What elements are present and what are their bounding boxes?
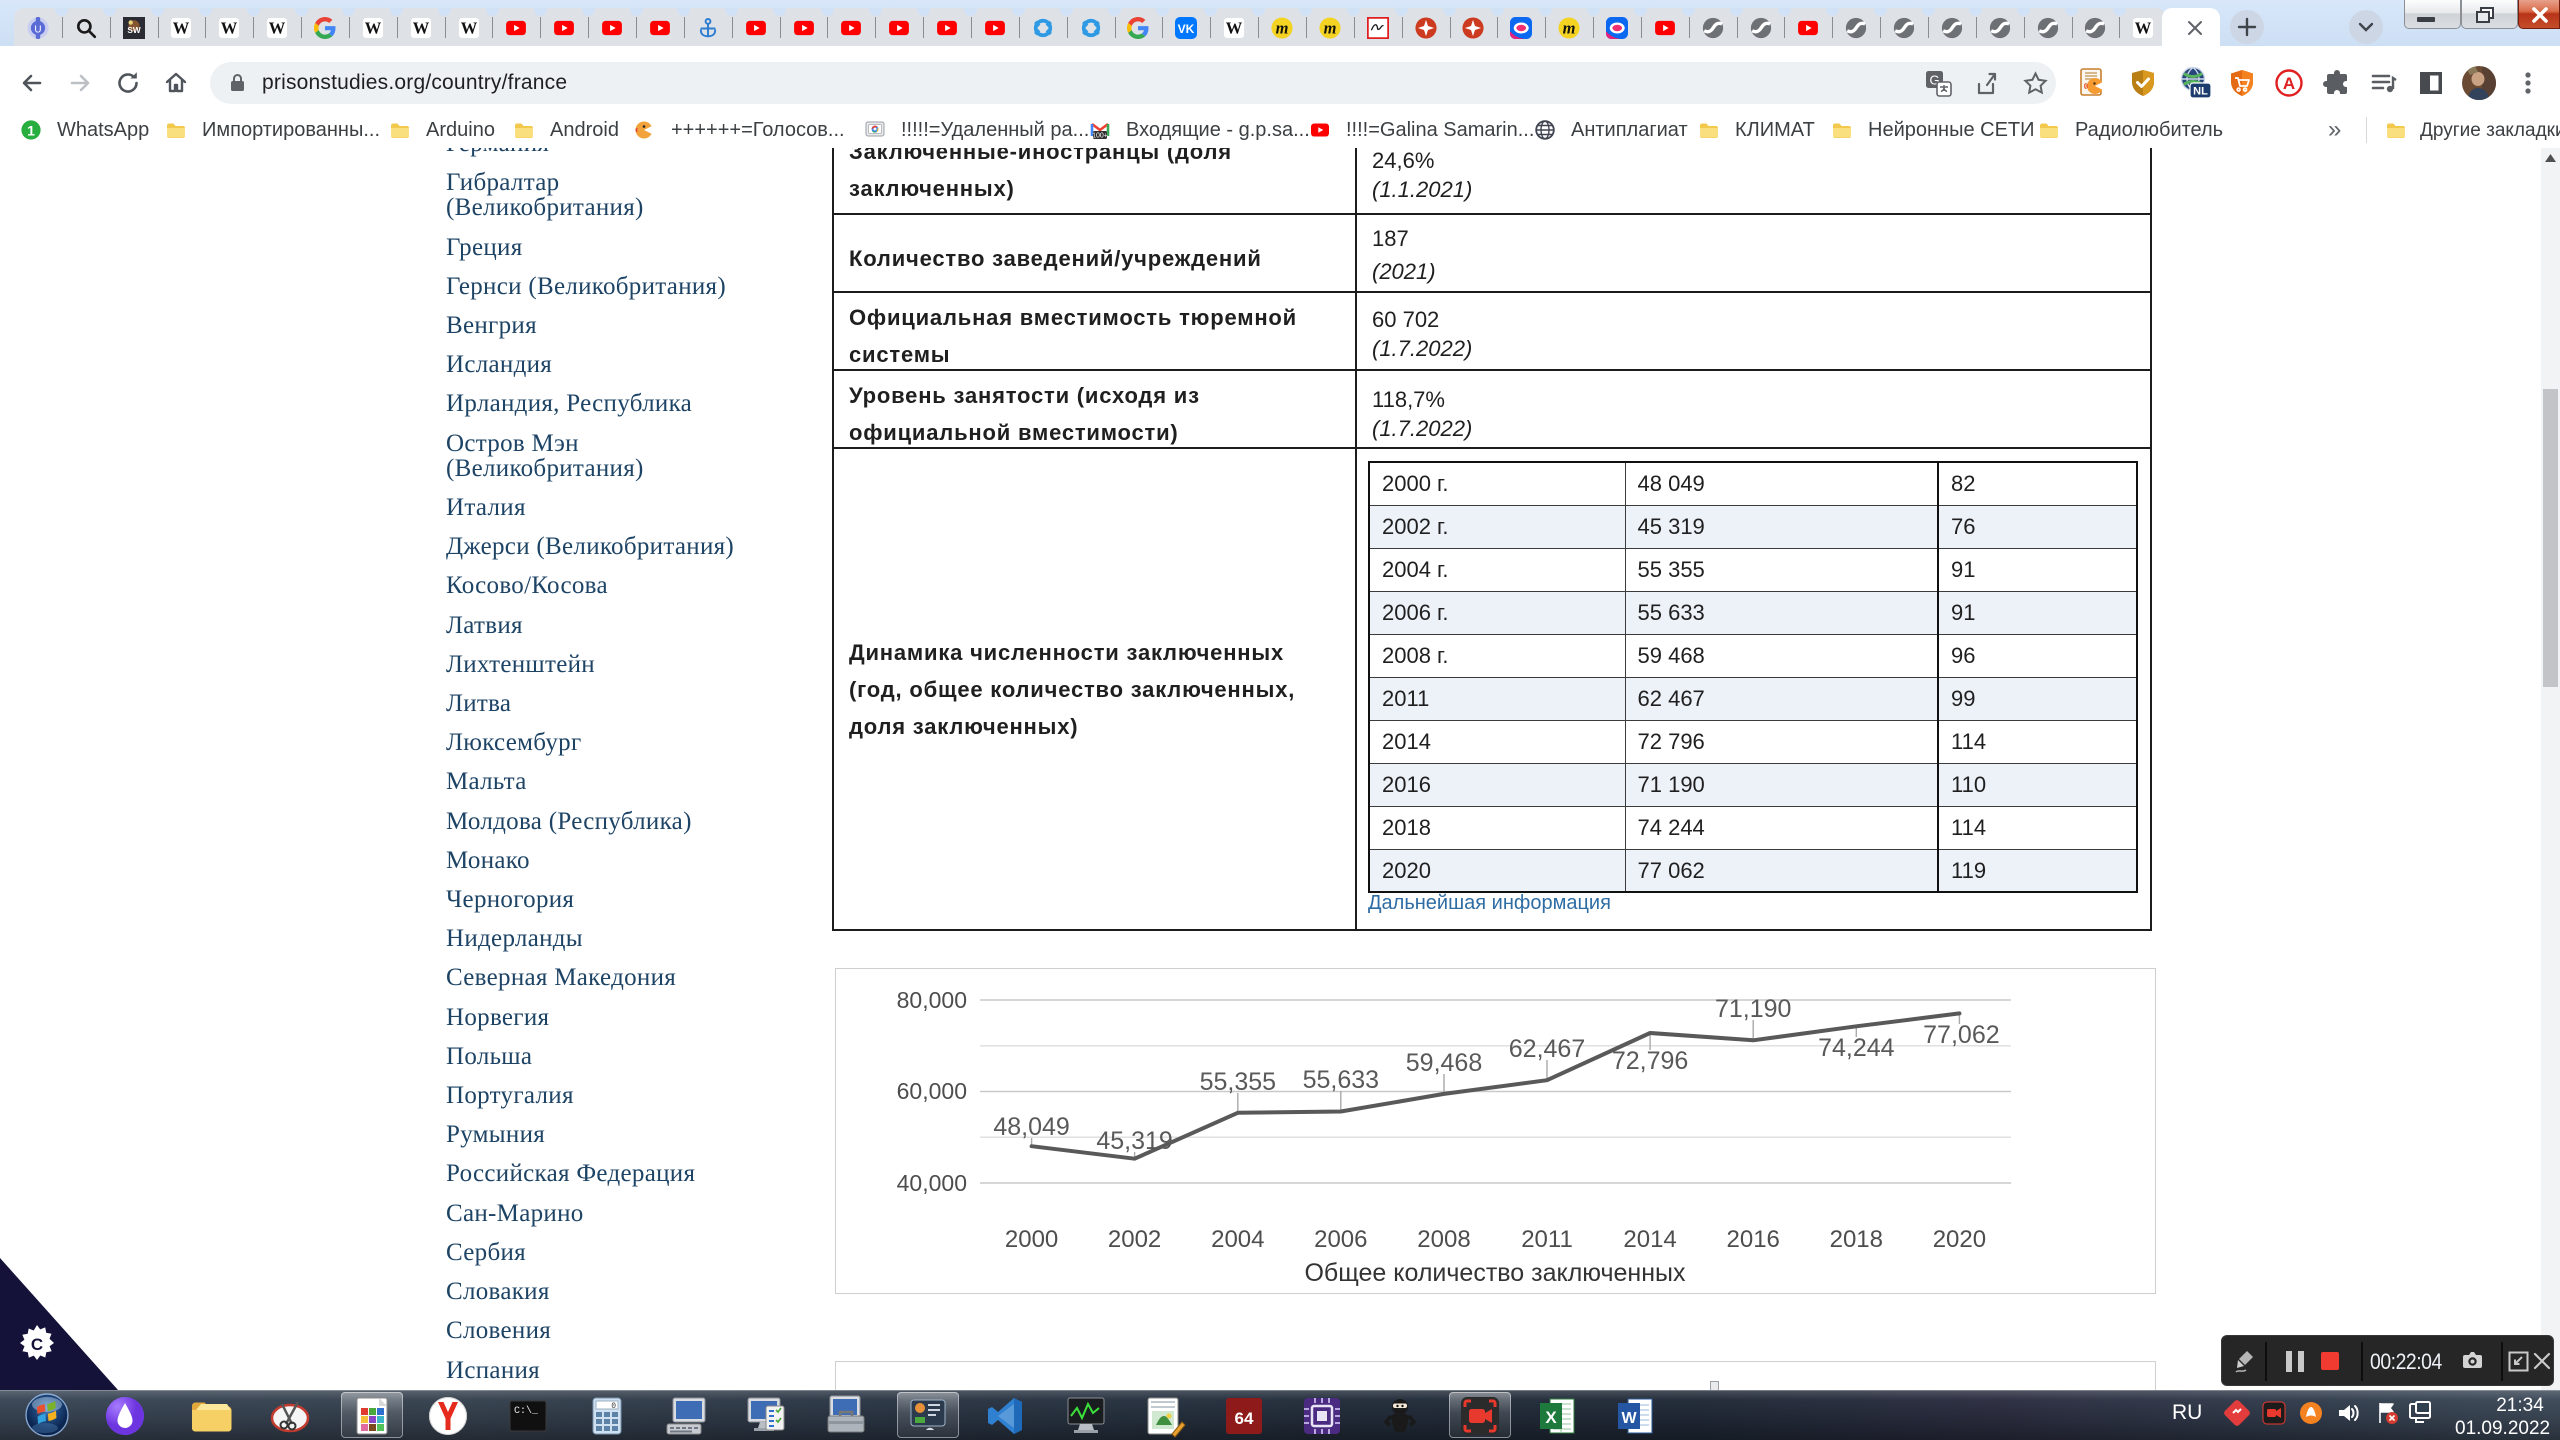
svg-text:2014: 2014 <box>1623 1226 1676 1253</box>
svg-text:2008: 2008 <box>1417 1226 1470 1253</box>
svg-text:W: W <box>1621 1410 1637 1427</box>
svg-text:Общее количество заключенных: Общее количество заключенных <box>1304 1259 1686 1287</box>
svg-text:62,467: 62,467 <box>1509 1035 1585 1063</box>
svg-text:64: 64 <box>1235 1409 1254 1428</box>
svg-text:2002: 2002 <box>1108 1226 1161 1253</box>
svg-text:60,000: 60,000 <box>897 1078 967 1104</box>
svg-text:71,190: 71,190 <box>1715 995 1791 1023</box>
svg-text:2004: 2004 <box>1211 1226 1264 1253</box>
svg-text:2006: 2006 <box>1314 1226 1367 1253</box>
svg-text:2011: 2011 <box>1521 1226 1573 1253</box>
svg-text:40,000: 40,000 <box>897 1170 967 1196</box>
svg-text:X: X <box>1545 1408 1557 1427</box>
svg-text:C:\_: C:\_ <box>514 1405 539 1417</box>
svg-text:0: 0 <box>611 1402 616 1411</box>
svg-text:NL: NL <box>2193 86 2208 98</box>
svg-text:48,049: 48,049 <box>993 1113 1069 1141</box>
svg-text:C: C <box>31 1335 43 1354</box>
svg-text:45,319: 45,319 <box>1096 1127 1172 1155</box>
svg-text:72,796: 72,796 <box>1612 1047 1688 1075</box>
svg-text:2016: 2016 <box>1727 1226 1780 1253</box>
svg-text:2020: 2020 <box>1933 1226 1986 1253</box>
svg-text:A: A <box>2283 74 2295 93</box>
svg-text:74,244: 74,244 <box>1818 1034 1895 1062</box>
svg-text:77,062: 77,062 <box>1923 1021 1999 1049</box>
svg-text:80,000: 80,000 <box>897 987 967 1013</box>
svg-text:55,355: 55,355 <box>1200 1068 1276 1096</box>
svg-text:59,468: 59,468 <box>1406 1049 1482 1077</box>
svg-text:55,633: 55,633 <box>1303 1066 1379 1094</box>
svg-text:2018: 2018 <box>1830 1226 1883 1253</box>
svg-text:2000: 2000 <box>1005 1226 1058 1253</box>
